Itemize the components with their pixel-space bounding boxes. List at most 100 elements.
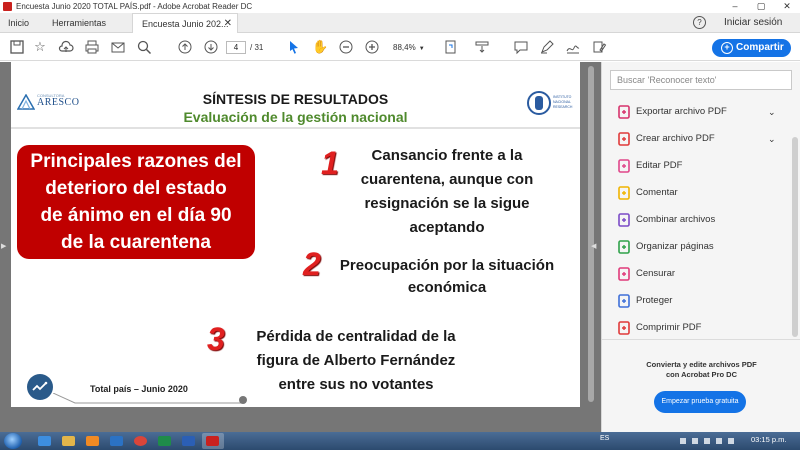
chevron-down-icon[interactable]: ⌄	[768, 100, 776, 124]
maximize-button[interactable]: ▢	[748, 0, 774, 13]
comment-icon[interactable]	[513, 39, 529, 55]
tool-edit-pdf[interactable]: Editar PDF	[602, 154, 794, 178]
next-page-icon[interactable]	[203, 39, 219, 55]
tool-label: Comprimir PDF	[636, 322, 702, 333]
pdf-page: CONSULTORA ARESCO INSTITUTO NACIONAL RES…	[11, 62, 580, 407]
tool-label: Combinar archivos	[636, 214, 716, 225]
tools-pane-scrollbar[interactable]	[792, 137, 798, 337]
free-trial-button[interactable]: Empezar prueba gratuita	[654, 391, 746, 413]
zoom-level-dropdown[interactable]: 88,4% ▼	[393, 41, 431, 54]
reason-line: entre sus no votantes	[278, 376, 434, 393]
tool-combine-files[interactable]: Combinar archivos	[602, 208, 794, 232]
taskbar-ie-icon[interactable]	[34, 433, 56, 449]
zoom-out-icon[interactable]	[338, 39, 354, 55]
reason-line: Preocupación por la situación	[339, 257, 555, 274]
collapse-left-pane-icon[interactable]: ▶	[1, 242, 6, 250]
tool-export-pdf[interactable]: Exportar archivo PDF ⌄	[602, 100, 794, 124]
redact-icon	[617, 267, 631, 281]
close-window-button[interactable]: ✕	[774, 0, 800, 13]
export-pdf-icon	[617, 105, 631, 119]
edit-pdf-icon	[617, 159, 631, 173]
reason-number-3: 3	[207, 321, 225, 357]
tool-label: Organizar páginas	[636, 241, 714, 252]
create-pdf-icon	[617, 132, 631, 146]
system-clock[interactable]: 03:15 p.m.	[751, 435, 786, 444]
search-icon[interactable]	[136, 39, 152, 55]
taskbar-chrome-icon[interactable]	[130, 433, 152, 449]
tool-create-pdf[interactable]: Crear archivo PDF ⌄	[602, 127, 794, 151]
taskbar-acrobat-icon[interactable]	[202, 433, 224, 449]
bookmark-star-icon[interactable]: ☆	[32, 39, 48, 55]
tool-label: Comentar	[636, 187, 678, 198]
reason-number-1: 1	[321, 145, 339, 181]
language-indicator[interactable]: ES	[600, 435, 609, 442]
highlight-pen-icon[interactable]	[539, 39, 555, 55]
taskbar-excel-icon[interactable]	[154, 433, 176, 449]
tools-pane: Buscar 'Reconocer texto' Exportar archiv…	[601, 62, 800, 432]
protect-shield-icon	[617, 294, 631, 308]
tools-search-input[interactable]: Buscar 'Reconocer texto'	[610, 70, 792, 90]
tab-bar: Inicio Herramientas Encuesta Junio 202..…	[0, 13, 800, 33]
tab-document[interactable]: Encuesta Junio 202... ✕	[132, 13, 238, 33]
reason-text-3: Pérdida de centralidad de la figura de A…	[241, 325, 471, 397]
previous-page-icon[interactable]	[177, 39, 193, 55]
save-icon[interactable]	[9, 39, 25, 55]
minimize-button[interactable]: –	[722, 0, 748, 13]
reason-line: económica	[407, 279, 487, 296]
taskbar-word-icon[interactable]	[178, 433, 200, 449]
tool-organize-pages[interactable]: Organizar páginas	[602, 235, 794, 259]
slide-divider	[11, 127, 580, 129]
start-button-icon[interactable]	[4, 433, 22, 449]
share-button-label: Compartir	[736, 42, 784, 53]
scroll-mode-icon[interactable]	[474, 39, 490, 55]
tab-home[interactable]: Inicio	[8, 13, 29, 33]
upload-cloud-icon[interactable]	[58, 39, 74, 55]
print-icon[interactable]	[84, 39, 100, 55]
zoom-level-value: 88,4%	[393, 43, 416, 52]
tool-protect-shield[interactable]: Proteger	[602, 289, 794, 313]
reason-line: cuarentena, aunque con	[360, 171, 534, 188]
combine-files-icon	[617, 213, 631, 227]
tools-pane-divider	[602, 339, 800, 340]
reasons-heading-line: deterioro del estado	[45, 178, 227, 199]
reason-line: Pérdida de centralidad de la	[256, 328, 456, 345]
document-scrollbar[interactable]	[588, 66, 594, 402]
page-number-input[interactable]: 4	[226, 41, 246, 54]
collapse-right-pane-icon[interactable]: ◀	[591, 242, 596, 250]
share-icon: +	[721, 42, 733, 54]
help-icon[interactable]: ?	[693, 16, 706, 29]
select-cursor-icon[interactable]	[286, 39, 302, 55]
document-viewport[interactable]: ▶ CONSULTORA ARESCO INSTITUTO NACIONAL R…	[0, 62, 601, 432]
close-tab-icon[interactable]: ✕	[224, 14, 232, 34]
email-icon[interactable]	[110, 39, 126, 55]
acrobat-app-icon	[3, 2, 12, 11]
tool-redact[interactable]: Censurar	[602, 262, 794, 286]
reason-text-2: Preocupación por la situación económica	[327, 255, 567, 299]
reason-line: Cansancio frente a la	[371, 147, 523, 164]
tool-label: Editar PDF	[636, 160, 683, 171]
chevron-down-icon: ▼	[418, 46, 425, 52]
taskbar-media-icon[interactable]	[82, 433, 104, 449]
reason-line: aceptando	[409, 219, 485, 236]
share-button[interactable]: + Compartir	[712, 39, 791, 57]
fill-sign-icon[interactable]	[591, 39, 607, 55]
tool-label: Censurar	[636, 268, 676, 279]
page-total: / 31	[250, 43, 264, 52]
tool-comment[interactable]: Comentar	[602, 181, 794, 205]
reason-line: resignación se la sigue	[364, 195, 530, 212]
tool-compress-pdf[interactable]: Comprimir PDF	[602, 316, 794, 340]
organize-pages-icon	[617, 240, 631, 254]
hand-tool-icon[interactable]: ✋	[312, 39, 328, 55]
pro-promo-text: Convierta y edite archivos PDF con Acrob…	[602, 360, 800, 380]
tab-tools[interactable]: Herramientas	[52, 13, 106, 33]
system-tray-icons[interactable]	[680, 436, 736, 446]
taskbar-outlook-icon[interactable]	[106, 433, 128, 449]
slide-footer: Total país – Junio 2020	[90, 384, 188, 394]
sign-icon[interactable]	[565, 39, 581, 55]
tool-label: Exportar archivo PDF	[636, 106, 727, 117]
fit-page-icon[interactable]	[443, 39, 459, 55]
taskbar-explorer-icon[interactable]	[58, 433, 80, 449]
zoom-in-icon[interactable]	[364, 39, 380, 55]
sign-in-link[interactable]: Iniciar sesión	[724, 13, 782, 33]
chevron-down-icon[interactable]: ⌄	[768, 127, 776, 151]
